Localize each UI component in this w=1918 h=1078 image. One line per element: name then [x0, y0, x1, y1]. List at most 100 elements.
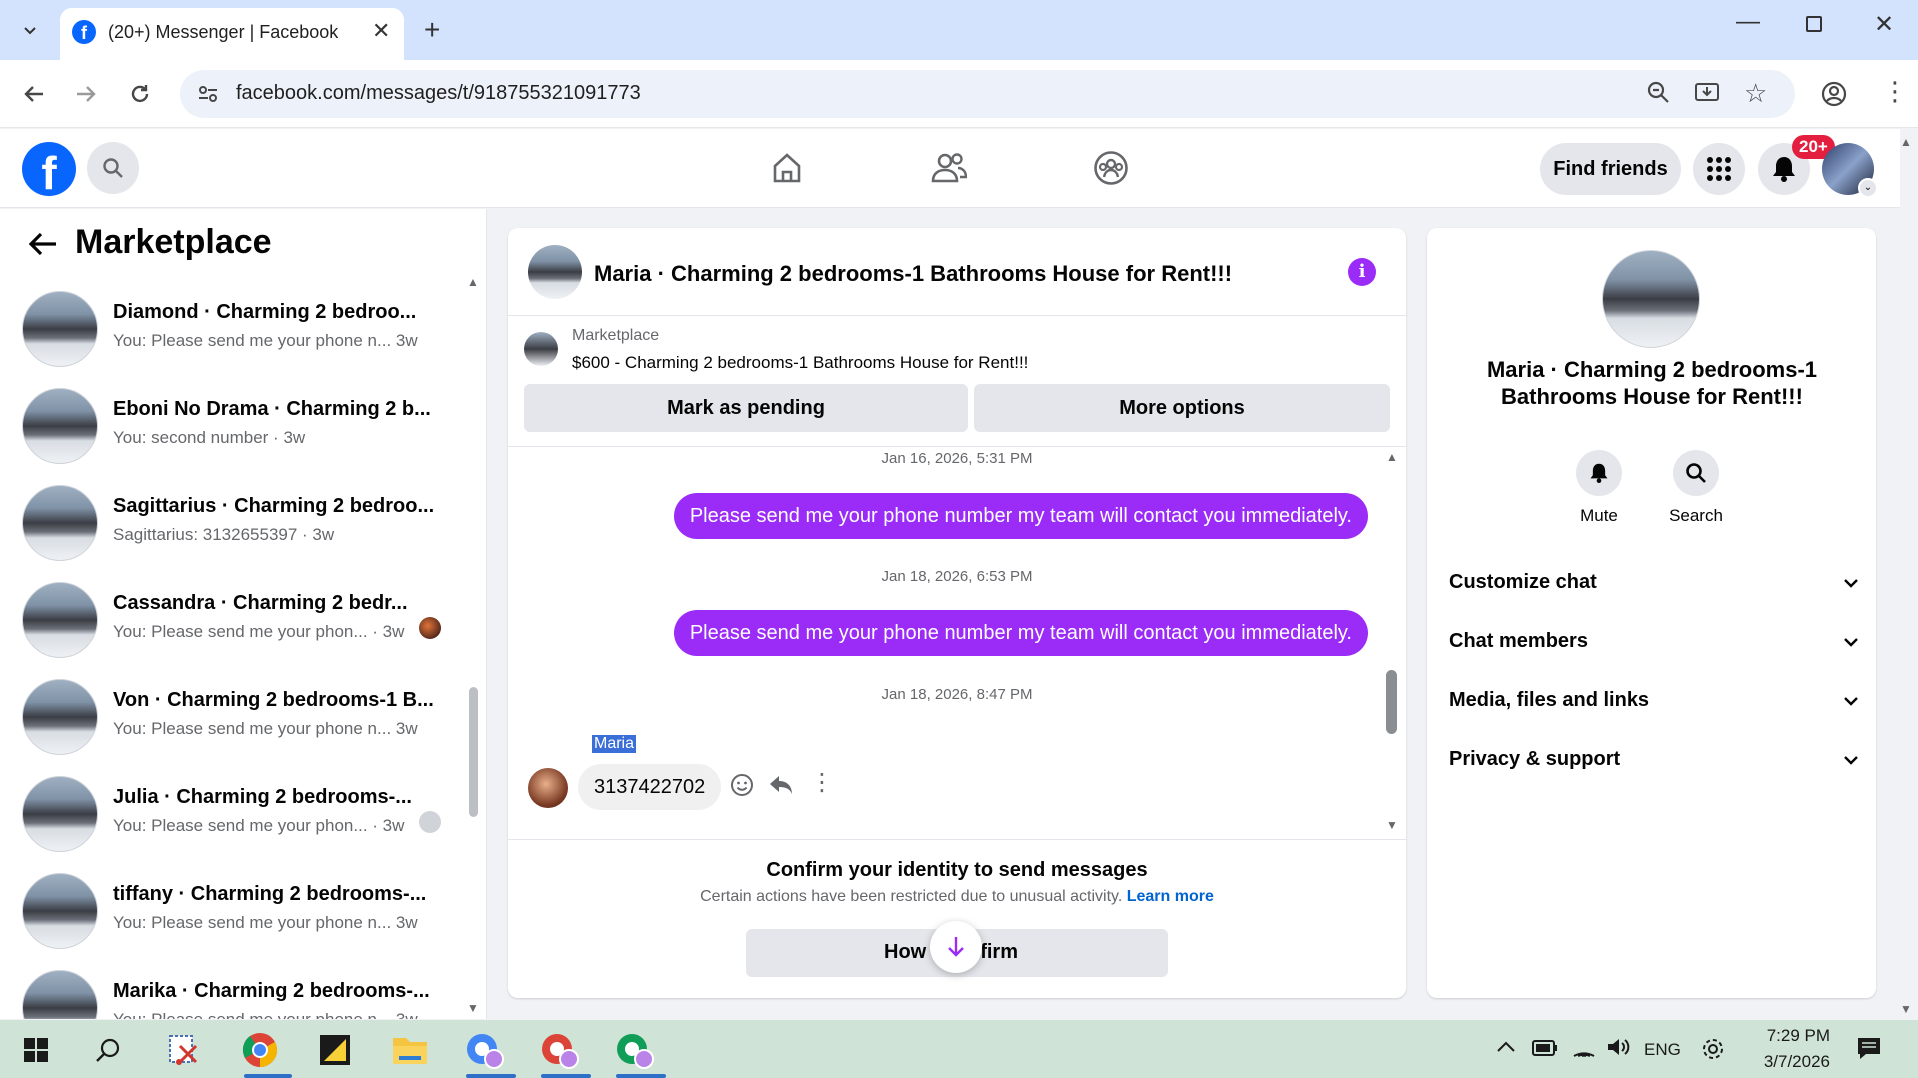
snipping-tool-icon[interactable]	[162, 1028, 206, 1072]
privacy-support-item[interactable]: Privacy & support	[1449, 739, 1859, 779]
conversation-name: Diamond · Charming 2 bedroo...	[113, 301, 417, 323]
sender-avatar[interactable]	[528, 768, 568, 808]
facebook-logo-icon[interactable]: f	[22, 142, 76, 196]
listing-source: Marketplace	[572, 327, 660, 344]
page-scroll-down-arrow[interactable]: ▼	[1900, 1002, 1912, 1016]
chevron-down-icon	[1843, 748, 1859, 771]
more-actions-icon[interactable]: ⋮	[810, 768, 834, 797]
address-bar[interactable]: facebook.com/messages/t/918755321091773 …	[180, 70, 1795, 118]
notification-center-icon[interactable]	[1856, 1036, 1882, 1065]
clock-time[interactable]: 7:29 PM	[1750, 1026, 1830, 1046]
outgoing-message[interactable]: Please send me your phone number my team…	[673, 493, 1368, 539]
conversation-item[interactable]: tiffany · Charming 2 bedrooms-... You: P…	[0, 861, 460, 958]
conversation-item[interactable]: Eboni No Drama · Charming 2 b... You: se…	[0, 376, 460, 473]
menu-grid-button[interactable]	[1693, 143, 1745, 195]
windows-start-icon[interactable]	[14, 1028, 58, 1072]
close-tab-icon[interactable]: ✕	[372, 18, 390, 44]
settings-gear-icon[interactable]	[1700, 1036, 1726, 1067]
conversation-item[interactable]: Marika · Charming 2 bedrooms-... You: Pl…	[0, 958, 460, 1019]
reply-icon[interactable]	[768, 773, 794, 802]
scroll-to-bottom-button[interactable]	[930, 921, 982, 973]
forward-icon[interactable]	[66, 74, 106, 114]
chat-avatar[interactable]	[528, 245, 582, 299]
friends-icon[interactable]	[931, 151, 968, 190]
page-scroll-up-arrow[interactable]: ▲	[1900, 135, 1912, 149]
back-icon[interactable]	[14, 74, 54, 114]
conversation-preview: You: second number · 3w	[113, 428, 306, 447]
profile-icon[interactable]	[1820, 80, 1848, 113]
restore-icon[interactable]	[1806, 16, 1822, 32]
media-files-links-item[interactable]: Media, files and links	[1449, 680, 1859, 720]
listing-avatar	[22, 776, 98, 852]
conversation-item[interactable]: Julia · Charming 2 bedrooms-... You: Ple…	[0, 764, 460, 861]
file-explorer-icon[interactable]	[388, 1028, 432, 1072]
back-arrow-icon[interactable]	[28, 231, 58, 262]
conversation-preview: You: Please send me your phone n... 3w	[113, 331, 418, 350]
outgoing-message[interactable]: Please send me your phone number my team…	[673, 610, 1368, 656]
conversation-name: Eboni No Drama · Charming 2 b...	[113, 398, 431, 420]
minimize-icon[interactable]: —	[1736, 8, 1760, 36]
sender-name: Maria	[592, 735, 637, 753]
details-avatar[interactable]	[1602, 250, 1700, 348]
bookmark-star-icon[interactable]: ☆	[1744, 78, 1767, 109]
fb-search-button[interactable]	[87, 142, 139, 194]
reload-icon[interactable]	[120, 74, 160, 114]
chat-title[interactable]: Maria · Charming 2 bedrooms-1 Bathrooms …	[594, 261, 1232, 287]
new-tab-icon[interactable]: +	[424, 14, 440, 46]
listing-title[interactable]: $600 - Charming 2 bedrooms-1 Bathrooms H…	[572, 353, 1028, 373]
confirm-identity-title: Confirm your identity to send messages	[766, 859, 1148, 881]
more-options-button[interactable]: More options	[974, 384, 1390, 432]
home-icon[interactable]	[770, 151, 804, 190]
groups-icon[interactable]	[1093, 150, 1129, 191]
mark-as-pending-button[interactable]: Mark as pending	[524, 384, 968, 432]
language-indicator[interactable]: ENG	[1644, 1040, 1681, 1060]
mute-button[interactable]	[1576, 450, 1622, 496]
chat-scroll-down-arrow[interactable]: ▼	[1386, 818, 1398, 832]
chat-scroll-up-arrow[interactable]: ▲	[1386, 450, 1398, 464]
chrome-profile-icon[interactable]	[613, 1028, 657, 1072]
account-chevron-icon[interactable]: ⌄	[1858, 178, 1878, 198]
close-window-icon[interactable]: ✕	[1874, 10, 1894, 39]
bell-icon	[1773, 157, 1795, 182]
sticky-notes-icon[interactable]	[313, 1028, 357, 1072]
chrome-profile-icon[interactable]	[463, 1028, 507, 1072]
site-info-icon[interactable]	[196, 82, 220, 111]
learn-more-link[interactable]: Learn more	[1127, 888, 1214, 905]
chrome-menu-icon[interactable]: ⋮	[1882, 78, 1908, 104]
browser-tab[interactable]: f (20+) Messenger | Facebook ✕	[60, 8, 404, 60]
list-scrollbar-thumb[interactable]	[469, 687, 478, 817]
listing-thumbnail	[524, 332, 558, 366]
volume-icon[interactable]	[1606, 1036, 1632, 1063]
chat-details-panel: Maria · Charming 2 bedrooms-1 Bathrooms …	[1427, 228, 1876, 998]
conversation-item[interactable]: Cassandra · Charming 2 bedr... You: Plea…	[0, 570, 460, 667]
chrome-profile-icon[interactable]	[538, 1028, 582, 1072]
incoming-message[interactable]: 3137422702	[578, 764, 722, 810]
details-title: Maria · Charming 2 bedrooms-1 Bathrooms …	[1486, 357, 1818, 409]
customize-chat-item[interactable]: Customize chat	[1449, 562, 1859, 602]
conversation-item[interactable]: Von · Charming 2 bedrooms-1 B... You: Pl…	[0, 667, 460, 764]
battery-icon[interactable]	[1532, 1040, 1558, 1061]
clock-date[interactable]: 3/7/2026	[1740, 1052, 1830, 1072]
react-emoji-icon[interactable]	[730, 773, 754, 802]
wifi-icon[interactable]	[1572, 1036, 1596, 1063]
search-in-chat-button[interactable]	[1673, 450, 1719, 496]
chrome-taskbar-icon[interactable]	[238, 1028, 282, 1072]
conversation-item[interactable]: Diamond · Charming 2 bedroo... You: Plea…	[0, 279, 460, 376]
info-icon[interactable]: i	[1348, 258, 1376, 286]
url-text[interactable]: facebook.com/messages/t/918755321091773	[236, 82, 641, 105]
message-timestamp: Jan 18, 2026, 6:53 PM	[881, 568, 1033, 585]
taskbar-active-indicator	[244, 1074, 292, 1078]
find-friends-button[interactable]: Find friends	[1540, 143, 1681, 195]
divider	[508, 315, 1406, 316]
zoom-icon[interactable]	[1646, 80, 1672, 111]
chat-scrollbar-thumb[interactable]	[1386, 670, 1397, 734]
message-timestamp: Jan 18, 2026, 8:47 PM	[881, 686, 1033, 703]
taskbar-search-icon[interactable]	[86, 1028, 130, 1072]
tab-search-chevron-icon[interactable]	[10, 10, 50, 50]
install-app-icon[interactable]	[1694, 80, 1720, 111]
conversation-item[interactable]: Sagittarius · Charming 2 bedroo... Sagit…	[0, 473, 460, 570]
list-scroll-down-arrow[interactable]: ▼	[467, 1001, 479, 1015]
tray-overflow-icon[interactable]	[1496, 1036, 1516, 1059]
chat-members-item[interactable]: Chat members	[1449, 621, 1859, 661]
list-scroll-up-arrow[interactable]: ▲	[467, 275, 479, 289]
